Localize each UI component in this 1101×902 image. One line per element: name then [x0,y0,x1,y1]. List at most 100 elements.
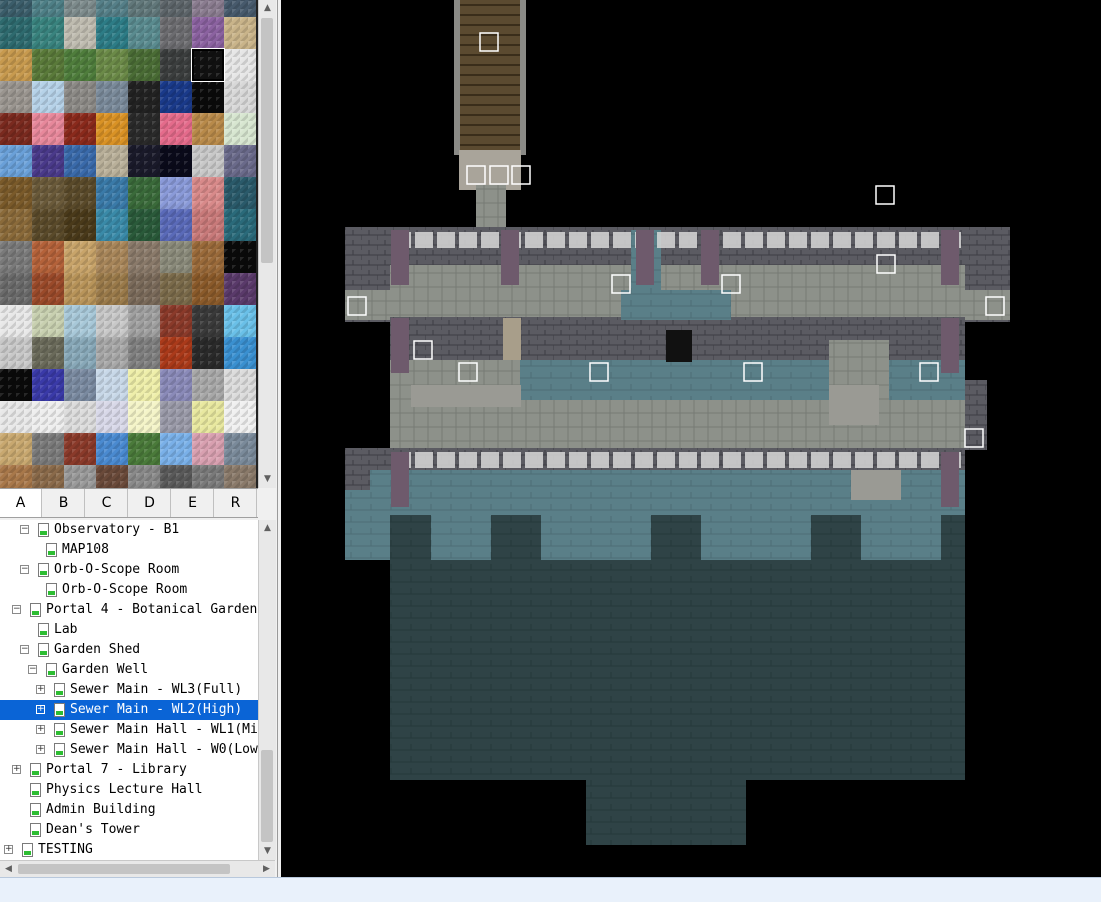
palette-tile[interactable] [96,17,128,49]
map-tree-item[interactable]: + Sewer Main Hall - W0(Low) [0,740,258,760]
palette-tile[interactable] [64,465,96,488]
palette-tile[interactable] [160,401,192,433]
map-tree-item[interactable]: Admin Building [0,800,258,820]
minus-box-icon[interactable]: − [28,665,37,674]
palette-tile[interactable] [96,241,128,273]
palette-tile[interactable] [0,49,32,81]
palette-tile[interactable] [32,49,64,81]
palette-tile[interactable] [32,177,64,209]
palette-tile[interactable] [224,465,256,488]
palette-tile[interactable] [96,113,128,145]
tileset-tab-d[interactable]: D [129,489,171,517]
palette-tile[interactable] [224,241,256,273]
map-tree[interactable]: − Observatory - B1 MAP108 − Orb-O-Scope Room… [0,520,258,860]
plus-box-icon[interactable]: + [36,745,45,754]
palette-tile[interactable] [64,113,96,145]
palette-tile[interactable] [64,81,96,113]
palette-tile[interactable] [0,145,32,177]
palette-tile[interactable] [128,81,160,113]
palette-tile[interactable] [32,305,64,337]
minus-box-icon[interactable]: − [12,605,21,614]
tileset-tab-e[interactable]: E [172,489,214,517]
tileset-tab-c[interactable]: C [86,489,128,517]
palette-tile[interactable] [128,49,160,81]
arrow-right-icon[interactable]: ▶ [258,861,275,878]
palette-tile[interactable] [192,401,224,433]
plus-box-icon[interactable]: + [36,725,45,734]
map-tree-item[interactable]: MAP108 [0,540,258,560]
palette-tile[interactable] [96,209,128,241]
palette-tile[interactable] [160,305,192,337]
map-tree-item[interactable]: Physics Lecture Hall [0,780,258,800]
palette-tile[interactable] [32,17,64,49]
tree-hscroll-thumb[interactable] [18,864,230,874]
palette-tile[interactable] [224,401,256,433]
palette-tile[interactable] [64,0,96,17]
minus-box-icon[interactable]: − [20,565,29,574]
palette-tile[interactable] [224,273,256,305]
palette-scroll-thumb[interactable] [261,18,273,263]
palette-scrollbar[interactable]: ▲ ▼ [258,0,276,488]
palette-tile[interactable] [32,433,64,465]
palette-tile[interactable] [0,273,32,305]
palette-tile[interactable] [96,369,128,401]
palette-tile[interactable] [0,241,32,273]
palette-tile[interactable] [192,0,224,17]
palette-tile[interactable] [224,337,256,369]
palette-tile[interactable] [224,369,256,401]
map-tree-item[interactable]: − Orb-O-Scope Room [0,560,258,580]
palette-tile[interactable] [224,305,256,337]
palette-tile[interactable] [160,49,192,81]
palette-tile[interactable] [192,241,224,273]
plus-box-icon[interactable]: + [12,765,21,774]
palette-tile[interactable] [224,113,256,145]
palette-tile[interactable] [224,177,256,209]
palette-tile[interactable] [64,401,96,433]
palette-tile[interactable] [160,113,192,145]
palette-tile[interactable] [160,0,192,17]
palette-tile[interactable] [192,81,224,113]
palette-tile[interactable] [64,241,96,273]
palette-tile[interactable] [96,337,128,369]
palette-tile[interactable] [128,145,160,177]
palette-tile[interactable] [0,465,32,488]
palette-tile[interactable] [128,465,160,488]
palette-tile[interactable] [192,305,224,337]
map-tree-item[interactable]: Orb-O-Scope Room [0,580,258,600]
palette-tile[interactable] [192,145,224,177]
palette-tile[interactable] [224,0,256,17]
palette-tile[interactable] [192,177,224,209]
palette-tile[interactable] [128,305,160,337]
palette-tile[interactable] [96,273,128,305]
palette-tile[interactable] [96,401,128,433]
palette-tile[interactable] [64,369,96,401]
minus-box-icon[interactable]: − [20,525,29,534]
plus-box-icon[interactable]: + [36,705,45,714]
palette-tile[interactable] [0,369,32,401]
palette-tile[interactable] [192,465,224,488]
palette-tile[interactable] [32,209,64,241]
palette-tile[interactable] [224,209,256,241]
palette-tile[interactable] [192,113,224,145]
arrow-up-icon[interactable]: ▲ [259,0,276,17]
palette-tile[interactable] [96,305,128,337]
palette-tile[interactable] [96,0,128,17]
map-tree-item[interactable]: + Sewer Main Hall - WL1(Mid) [0,720,258,740]
palette-tile[interactable] [0,17,32,49]
palette-tile[interactable] [192,433,224,465]
tileset-tab-a[interactable]: A [0,489,42,517]
tileset-tab-r[interactable]: R [215,489,257,517]
palette-tile[interactable] [0,433,32,465]
palette-tile[interactable] [160,81,192,113]
palette-tile[interactable] [0,305,32,337]
palette-tile[interactable] [96,145,128,177]
palette-tile[interactable] [224,145,256,177]
arrow-down-icon[interactable]: ▼ [259,843,276,860]
palette-tile[interactable] [224,81,256,113]
arrow-left-icon[interactable]: ◀ [0,861,17,878]
palette-tile[interactable] [32,113,64,145]
palette-tile[interactable] [160,433,192,465]
arrow-down-icon[interactable]: ▼ [259,471,276,488]
palette-tile[interactable] [128,241,160,273]
palette-tile[interactable] [0,337,32,369]
